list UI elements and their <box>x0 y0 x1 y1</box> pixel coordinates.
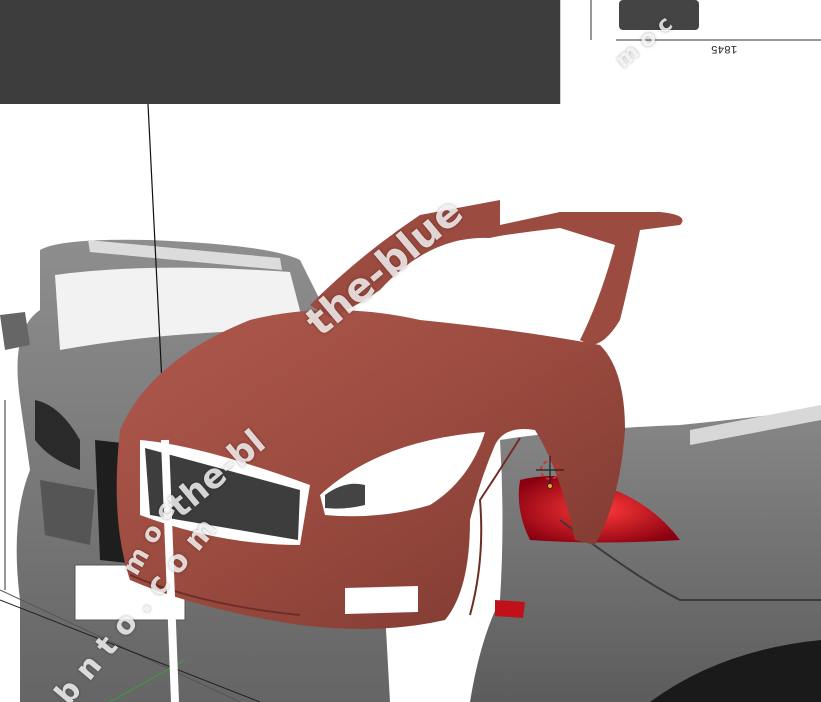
top-dark-panel <box>0 0 560 104</box>
fog-light-opening <box>345 586 418 614</box>
fog-light-housing <box>40 480 95 545</box>
side-mirror <box>0 312 30 350</box>
blueprint-rear-view <box>470 405 821 702</box>
blueprint-top-view: 1845 m o c <box>560 0 821 104</box>
origin-point-icon <box>547 483 553 489</box>
dimension-label: 1845 <box>711 42 738 54</box>
blueprint-top-drawing <box>590 0 821 41</box>
rear-reflector <box>495 600 525 618</box>
3d-viewport[interactable]: the-blue the-bl b n t o . c o m m o c <box>0 104 821 702</box>
